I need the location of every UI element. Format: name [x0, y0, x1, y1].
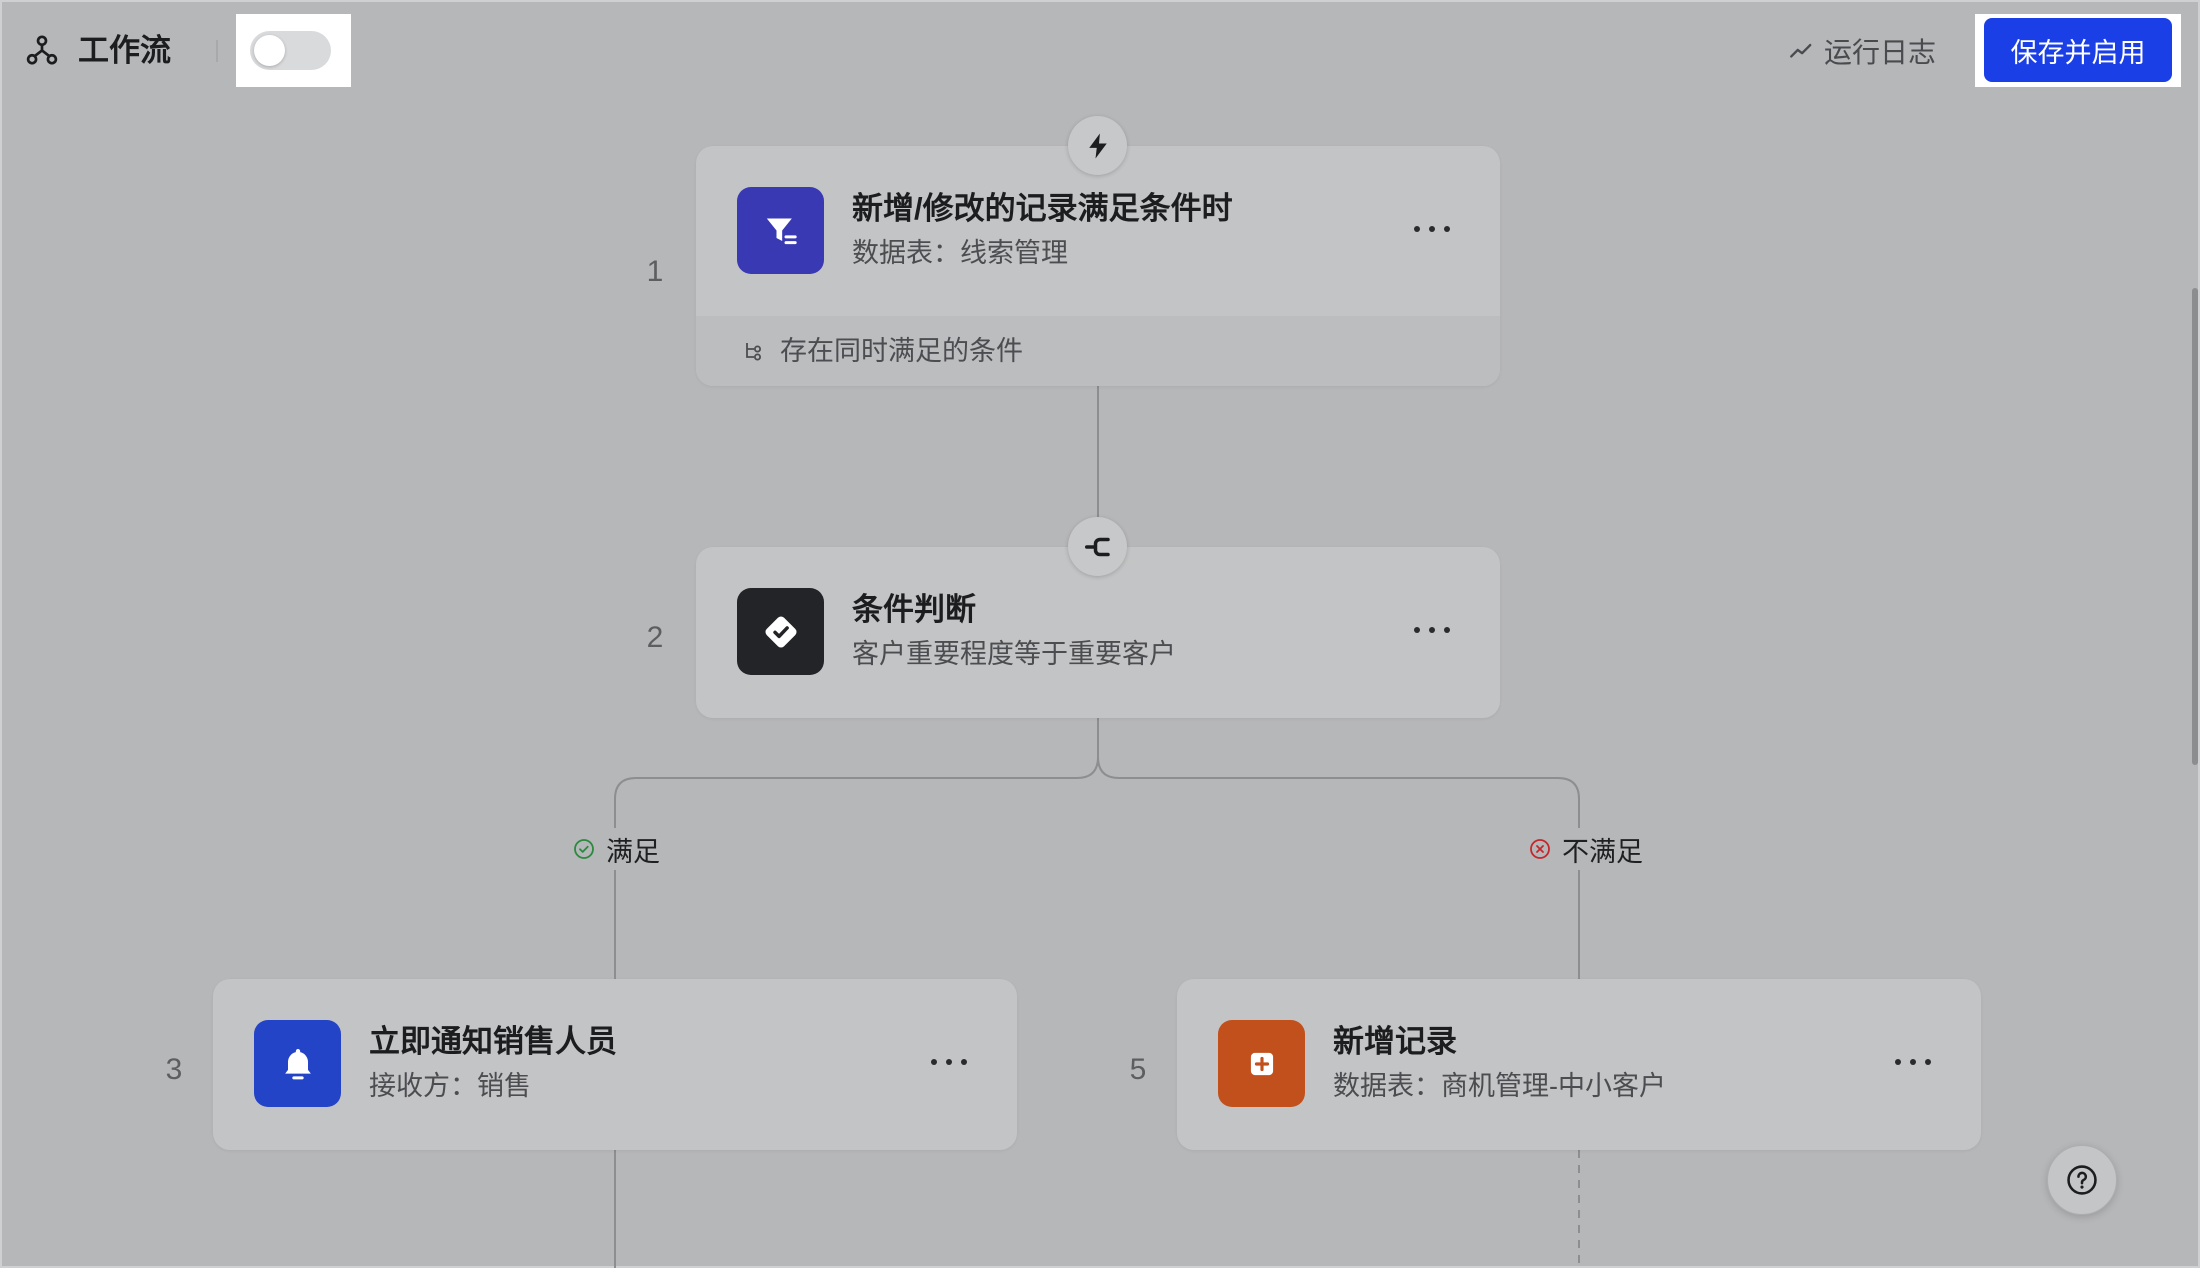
node-icon-box — [254, 1020, 341, 1107]
node-title: 条件判断 — [852, 592, 976, 627]
more-button[interactable] — [926, 1051, 972, 1073]
vertical-scrollbar[interactable] — [2192, 288, 2198, 765]
more-icon — [1414, 627, 1420, 633]
branch-yes-label: 满足 — [572, 831, 660, 867]
more-button[interactable] — [1890, 1051, 1936, 1073]
x-circle-icon — [1530, 839, 1550, 859]
node-icon-box — [1218, 1020, 1305, 1107]
branch-no-text: 不满足 — [1562, 836, 1643, 867]
condition-badge — [1068, 517, 1127, 576]
branch-no-label: 不满足 — [1528, 831, 1643, 867]
trend-icon — [1790, 43, 1812, 58]
more-icon — [1429, 226, 1435, 232]
more-icon — [1444, 226, 1450, 232]
check-circle-icon — [574, 839, 594, 859]
workflow-node-trigger[interactable]: 新增/修改的记录满足条件时 数据表：线索管理 存在同时满足的条件 — [696, 146, 1500, 386]
workflow-node-notify[interactable]: 立即通知销售人员 接收方：销售 — [213, 979, 1017, 1150]
more-button[interactable] — [1409, 218, 1455, 240]
workflow-icon — [26, 35, 58, 65]
node-title: 新增/修改的记录满足条件时 — [852, 191, 1233, 226]
plus-square-icon — [1250, 1052, 1273, 1075]
node-main[interactable]: 新增记录 数据表：商机管理-中小客户 — [1177, 979, 1981, 1150]
help-icon — [2067, 1165, 2097, 1195]
node-title: 新增记录 — [1333, 1024, 1457, 1059]
node-number: 1 — [646, 255, 664, 288]
more-icon — [1444, 627, 1450, 633]
workflow-canvas: 1 新增/修改的记录满足条件时 数据表：线索管理 存在同时满足的条件 2 条件判… — [0, 0, 2200, 1268]
node-title: 立即通知销售人员 — [369, 1024, 617, 1059]
toggle-highlight — [236, 14, 351, 87]
lightning-icon — [1088, 133, 1107, 158]
node-subtitle: 数据表：线索管理 — [852, 238, 1068, 268]
node-subtitle: 接收方：销售 — [369, 1071, 531, 1101]
bell-icon — [284, 1048, 311, 1079]
condition-tree-icon — [746, 343, 761, 361]
more-icon — [961, 1059, 967, 1065]
branch-line-no — [1097, 756, 1580, 828]
more-icon — [1895, 1059, 1901, 1065]
node-number: 5 — [1129, 1053, 1147, 1086]
more-icon — [931, 1059, 937, 1065]
workflow-node-add-record[interactable]: 新增记录 数据表：商机管理-中小客户 — [1177, 979, 1981, 1150]
node-main[interactable]: 立即通知销售人员 接收方：销售 — [213, 979, 1017, 1150]
node-number: 3 — [165, 1053, 183, 1086]
page-title: 工作流 — [78, 33, 171, 68]
toggle-knob — [254, 35, 285, 66]
more-icon — [1429, 627, 1435, 633]
trigger-condition-label: 存在同时满足的条件 — [780, 336, 1023, 366]
node-icon-box — [737, 588, 824, 675]
more-icon — [1414, 226, 1420, 232]
filter-icon — [766, 218, 797, 244]
node-subtitle: 客户重要程度等于重要客户 — [852, 639, 1176, 669]
save-highlight: 保存并启用 — [1975, 14, 2181, 87]
node-icon-box — [737, 187, 824, 274]
branch-yes-text: 满足 — [606, 836, 660, 867]
trigger-badge — [1068, 116, 1127, 175]
more-icon — [1910, 1059, 1916, 1065]
save-and-enable-button[interactable]: 保存并启用 — [1984, 18, 2172, 82]
enable-toggle[interactable] — [250, 31, 331, 70]
trigger-condition-summary[interactable]: 存在同时满足的条件 — [696, 316, 1500, 386]
branch-line-yes — [614, 718, 1099, 828]
more-icon — [1925, 1059, 1931, 1065]
node-subtitle: 数据表：商机管理-中小客户 — [1333, 1071, 1666, 1101]
more-icon — [946, 1059, 952, 1065]
run-log-button[interactable]: 运行日志 — [1788, 30, 1936, 72]
more-button[interactable] — [1409, 619, 1455, 641]
header-divider — [216, 40, 218, 62]
run-log-label: 运行日志 — [1824, 37, 1937, 68]
help-button[interactable] — [2047, 1145, 2117, 1215]
branch-icon — [1084, 537, 1110, 556]
node-number: 2 — [646, 621, 664, 654]
check-diamond-icon — [764, 615, 797, 648]
